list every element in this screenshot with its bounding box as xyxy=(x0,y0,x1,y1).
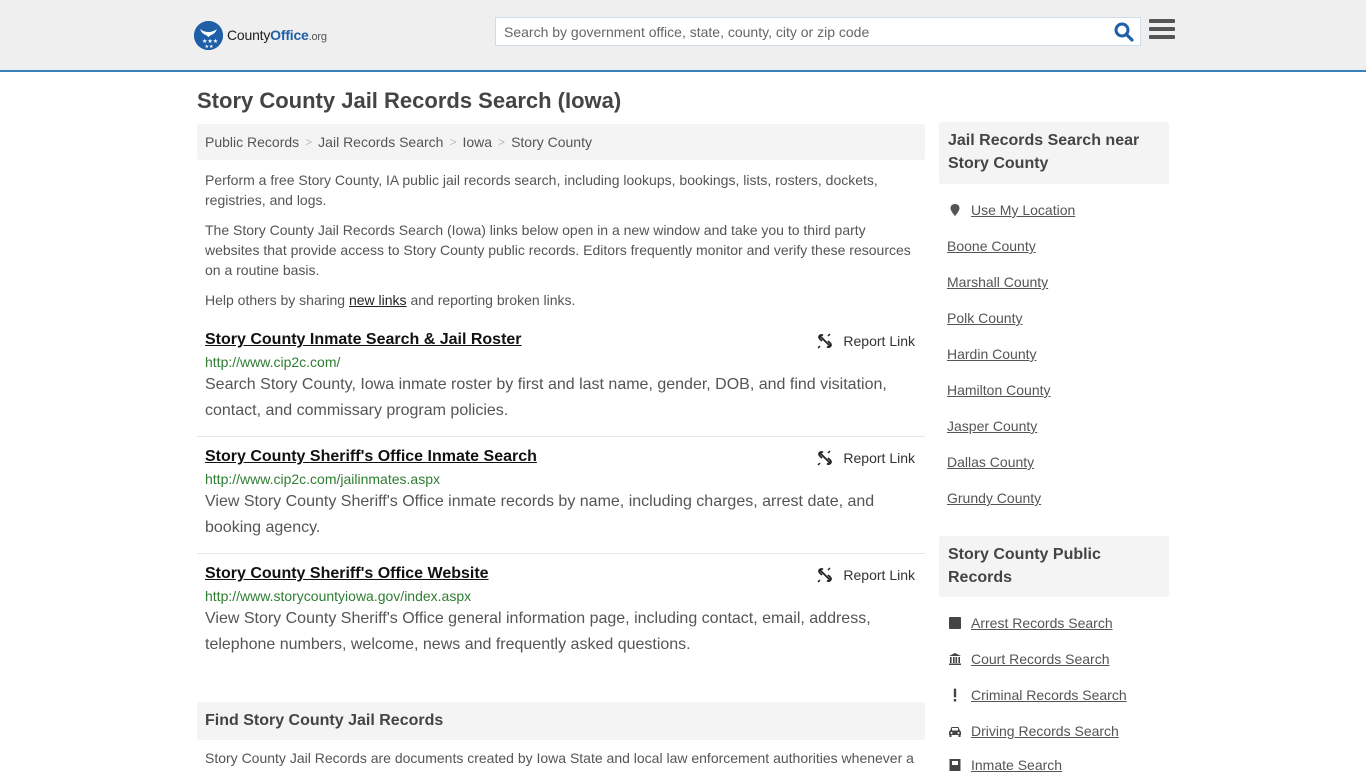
intro-paragraph-1: Perform a free Story County, IA public j… xyxy=(205,172,878,208)
intro-paragraph-2: The Story County Jail Records Search (Io… xyxy=(205,222,911,278)
report-link-button[interactable]: Report Link xyxy=(817,333,915,349)
criminal-records-label: Criminal Records Search xyxy=(971,687,1127,703)
result-url[interactable]: http://www.storycountyiowa.gov/index.asp… xyxy=(205,588,917,604)
nearby-county-link[interactable]: Dallas County xyxy=(947,454,1034,470)
map-marker-icon xyxy=(947,202,963,218)
broken-link-icon xyxy=(817,450,833,466)
intro-paragraph-3: Help others by sharing new links and rep… xyxy=(205,290,920,310)
result-description: Search Story County, Iowa inmate roster … xyxy=(205,376,887,419)
broken-link-icon xyxy=(817,333,833,349)
broken-link-icon xyxy=(817,567,833,583)
result-url[interactable]: http://www.cip2c.com/ xyxy=(205,354,917,370)
nearby-county-link[interactable]: Marshall County xyxy=(947,274,1048,290)
breadcrumb: Public Records > Jail Records Search > I… xyxy=(197,124,925,160)
nearby-county-link[interactable]: Hardin County xyxy=(947,346,1037,362)
nearby-county-link[interactable]: Polk County xyxy=(947,310,1022,326)
courthouse-icon xyxy=(947,651,963,667)
result-description: View Story County Sheriff's Office gener… xyxy=(205,610,871,653)
report-link-label: Report Link xyxy=(843,333,915,349)
eagle-logo-icon: ★★★ ★★ xyxy=(194,20,223,50)
driving-records-label: Driving Records Search xyxy=(971,723,1119,739)
hamburger-menu-icon[interactable] xyxy=(1149,19,1175,43)
criminal-records-link[interactable]: Criminal Records Search xyxy=(947,687,1127,703)
search-icon[interactable] xyxy=(1114,22,1134,42)
result-title-link[interactable]: Story County Sheriff's Office Inmate Sea… xyxy=(205,448,537,466)
find-jail-records-text: Story County Jail Records are documents … xyxy=(205,750,914,766)
result-item: Story County Sheriff's Office Website Re… xyxy=(197,565,925,671)
result-item: Story County Sheriff's Office Inmate Sea… xyxy=(197,448,925,554)
arrest-records-link[interactable]: Arrest Records Search xyxy=(947,615,1113,631)
breadcrumb-public-records[interactable]: Public Records xyxy=(205,134,299,150)
intro-text: Help others by sharing xyxy=(205,292,349,308)
square-icon xyxy=(947,615,963,631)
result-item: Story County Inmate Search & Jail Roster… xyxy=(197,331,925,437)
nearby-county-link[interactable]: Hamilton County xyxy=(947,382,1051,398)
report-link-label: Report Link xyxy=(843,567,915,583)
nearby-county-link[interactable]: Boone County xyxy=(947,238,1036,254)
search-box xyxy=(495,17,1141,46)
page-title: Story County Jail Records Search (Iowa) xyxy=(197,88,622,113)
inmate-search-label: Inmate Search xyxy=(971,757,1063,773)
breadcrumb-story-county[interactable]: Story County xyxy=(511,134,592,150)
breadcrumb-separator: > xyxy=(449,135,457,149)
svg-text:★★: ★★ xyxy=(205,44,214,50)
nearby-heading: Jail Records Search near Story County xyxy=(939,122,1169,184)
report-link-button[interactable]: Report Link xyxy=(817,567,915,583)
court-records-link[interactable]: Court Records Search xyxy=(947,651,1110,667)
result-description: View Story County Sheriff's Office inmat… xyxy=(205,493,875,536)
site-header: ★★★ ★★ CountyOffice.org xyxy=(0,0,1366,72)
find-jail-records-heading: Find Story County Jail Records xyxy=(197,702,925,740)
logo-text: CountyOffice.org xyxy=(227,27,327,43)
breadcrumb-separator: > xyxy=(498,135,506,149)
use-my-location-label: Use My Location xyxy=(971,202,1076,218)
new-links-link[interactable]: new links xyxy=(349,292,407,308)
report-link-label: Report Link xyxy=(843,450,915,466)
car-icon xyxy=(947,723,963,739)
inmate-search-link[interactable]: Inmate Search xyxy=(947,757,1062,773)
result-title-link[interactable]: Story County Sheriff's Office Website xyxy=(205,565,489,583)
intro-text: and reporting broken links. xyxy=(406,292,576,308)
nearby-county-link[interactable]: Grundy County xyxy=(947,490,1041,506)
breadcrumb-iowa[interactable]: Iowa xyxy=(462,134,492,150)
public-records-heading: Story County Public Records xyxy=(939,536,1169,597)
nearby-county-link[interactable]: Jasper County xyxy=(947,418,1037,434)
logo-link[interactable]: ★★★ ★★ CountyOffice.org xyxy=(194,20,327,50)
court-records-label: Court Records Search xyxy=(971,651,1110,667)
driving-records-link[interactable]: Driving Records Search xyxy=(947,723,1119,739)
result-title-link[interactable]: Story County Inmate Search & Jail Roster xyxy=(205,331,522,349)
breadcrumb-separator: > xyxy=(305,135,313,149)
result-url[interactable]: http://www.cip2c.com/jailinmates.aspx xyxy=(205,471,917,487)
report-link-button[interactable]: Report Link xyxy=(817,450,915,466)
search-input[interactable] xyxy=(496,18,1096,45)
breadcrumb-jail-records-search[interactable]: Jail Records Search xyxy=(318,134,443,150)
exclamation-icon xyxy=(947,687,963,703)
use-my-location-link[interactable]: Use My Location xyxy=(947,202,1075,218)
arrest-records-label: Arrest Records Search xyxy=(971,615,1113,631)
inmate-icon xyxy=(947,757,963,773)
